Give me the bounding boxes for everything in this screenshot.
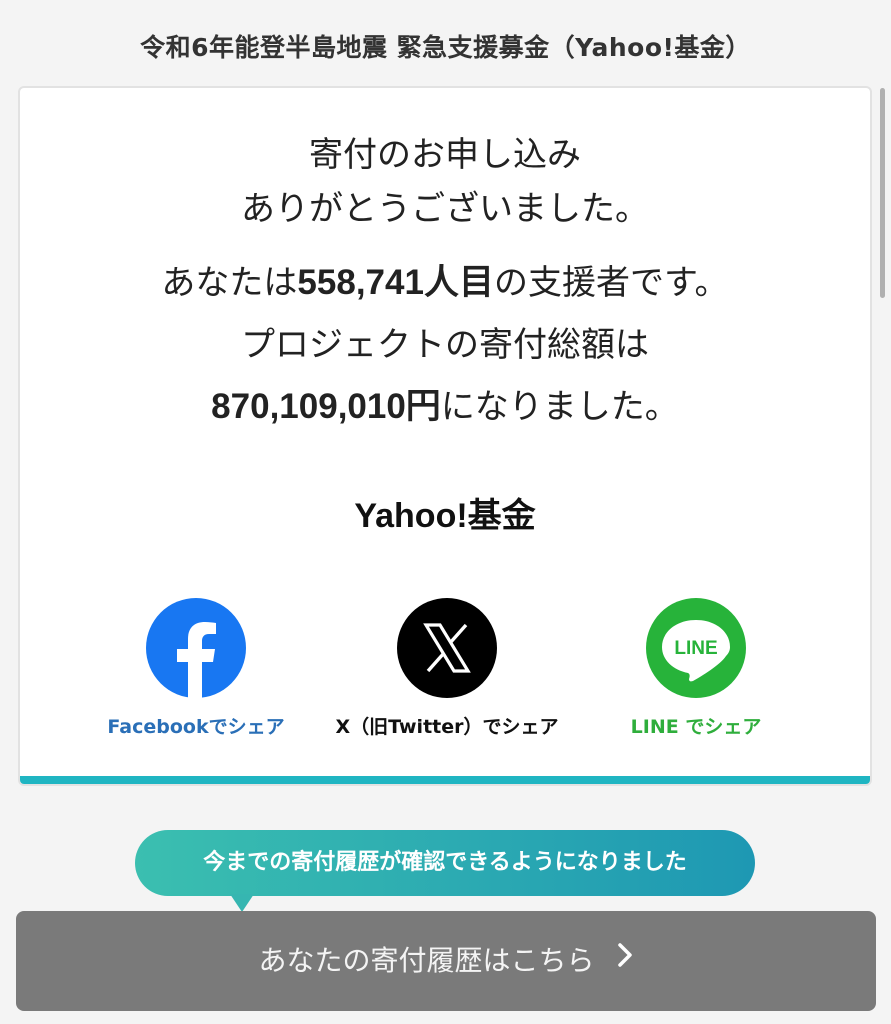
- line-icon: LINE: [646, 598, 746, 698]
- bubble-tail: [230, 894, 254, 912]
- supporter-line: あなたは558,741人目の支援者です。: [20, 252, 870, 314]
- card-accent-bar: [20, 776, 870, 784]
- scrollbar[interactable]: [880, 88, 885, 298]
- history-notice-bubble: 今までの寄付履歴が確認できるようになりました: [135, 830, 755, 896]
- share-buttons: Facebookでシェア X（旧Twitter）でシェア LINE LINE で…: [20, 598, 870, 738]
- donation-stats: あなたは558,741人目の支援者です。 プロジェクトの寄付総額は 870,10…: [20, 252, 870, 438]
- line-share-button[interactable]: LINE LINE でシェア: [566, 598, 826, 739]
- donation-complete-card: 寄付のお申し込み ありがとうございました。 あなたは558,741人目の支援者で…: [18, 86, 872, 786]
- x-share-label: X（旧Twitter）でシェア: [335, 716, 559, 738]
- facebook-share-button[interactable]: Facebookでシェア: [66, 598, 326, 739]
- donation-history-button[interactable]: あなたの寄付履歴はこちら: [16, 911, 876, 1011]
- total-suffix: になりました。: [440, 387, 679, 427]
- line-share-label: LINE でシェア: [630, 716, 762, 738]
- facebook-share-label: Facebookでシェア: [107, 716, 285, 738]
- total-intro: プロジェクトの寄付総額は: [241, 325, 649, 365]
- page: 令和6年能登半島地震 緊急支援募金（Yahoo!基金） 寄付のお申し込み ありが…: [0, 0, 891, 1024]
- supporter-suffix: の支援者です。: [493, 263, 729, 303]
- supporter-count: 558,741人目: [297, 263, 494, 302]
- x-icon: [397, 598, 497, 698]
- page-title: 令和6年能登半島地震 緊急支援募金（Yahoo!基金）: [140, 33, 751, 62]
- thanks-line-1: 寄付のお申し込み: [309, 135, 581, 175]
- thanks-message: 寄付のお申し込み ありがとうございました。: [20, 128, 870, 236]
- line-icon-text: LINE: [674, 638, 717, 659]
- brand-name: Yahoo!基金: [354, 497, 536, 535]
- x-share-button[interactable]: X（旧Twitter）でシェア: [317, 598, 577, 739]
- chevron-right-icon: [617, 909, 633, 1009]
- thanks-line-2: ありがとうございました。: [241, 189, 649, 229]
- total-line: 870,109,010円になりました。: [20, 376, 870, 438]
- supporter-prefix: あなたは: [161, 263, 298, 303]
- donation-history-label: あなたの寄付履歴はこちら: [258, 944, 595, 977]
- total-amount: 870,109,010円: [211, 387, 441, 426]
- facebook-icon: [146, 598, 246, 698]
